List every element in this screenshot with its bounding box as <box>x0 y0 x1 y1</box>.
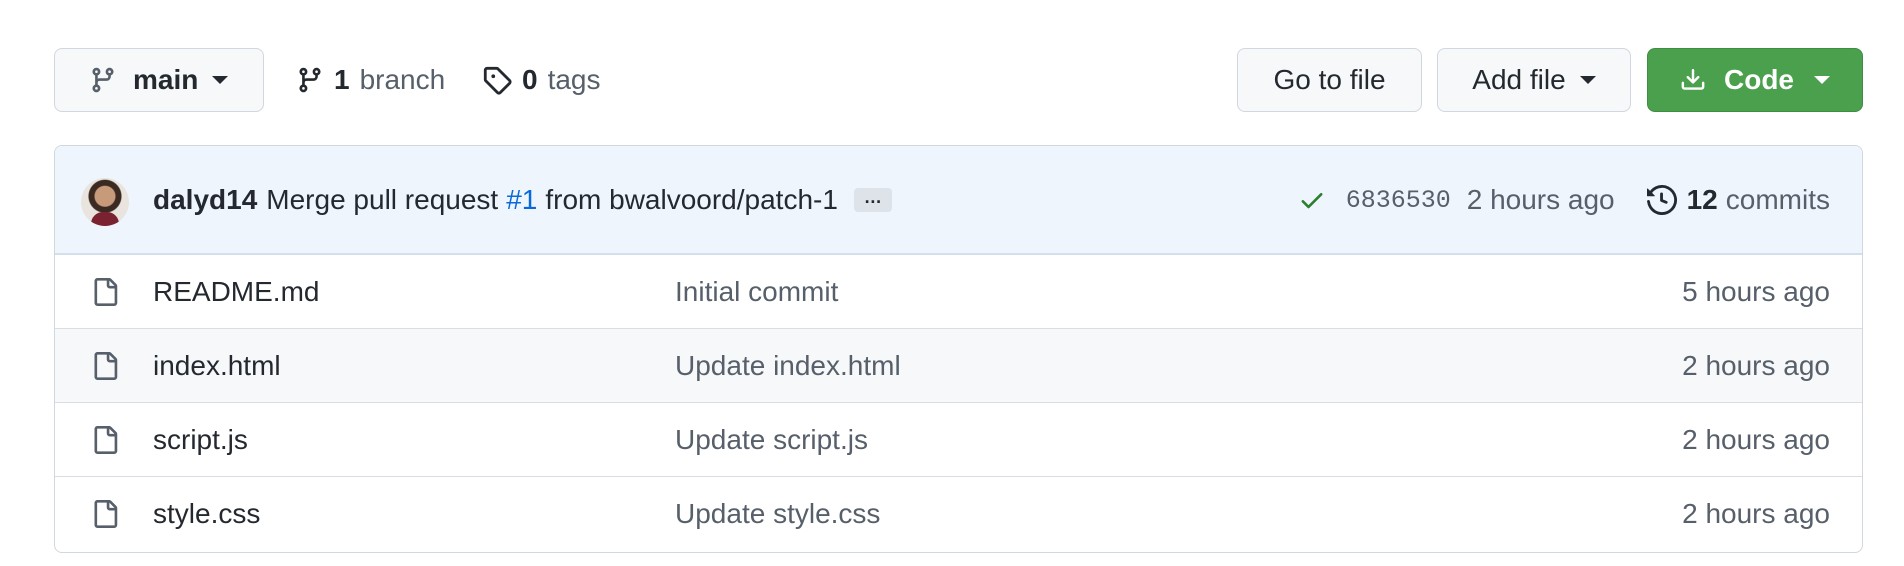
history-icon <box>1646 185 1677 215</box>
tag-word: tags <box>547 64 601 95</box>
commit-message: dalyd14 Merge pull request #1 from bwalv… <box>153 146 892 254</box>
file-row[interactable]: index.html Update index.html 2 hours ago <box>55 328 1862 402</box>
download-icon <box>1681 69 1705 90</box>
chevron-down-icon <box>1579 76 1596 84</box>
tag-count: 0 <box>522 64 538 95</box>
check-icon[interactable] <box>1298 186 1326 214</box>
file-row[interactable]: script.js Update script.js 2 hours ago <box>55 402 1862 476</box>
commits-word: commits <box>1725 184 1830 215</box>
file-age: 2 hours ago <box>1682 423 1830 455</box>
file-icon <box>94 500 118 528</box>
file-age: 2 hours ago <box>1682 349 1830 381</box>
file-commit-message[interactable]: Update script.js <box>675 424 868 456</box>
file-icon <box>94 278 118 306</box>
code-button[interactable]: Code <box>1647 48 1863 112</box>
file-name[interactable]: README.md <box>153 276 319 308</box>
file-browser: dalyd14 Merge pull request #1 from bwalv… <box>54 145 1863 553</box>
file-row[interactable]: README.md Initial commit 5 hours ago <box>55 254 1862 328</box>
code-label: Code <box>1724 64 1794 95</box>
commits-count: 12 <box>1686 184 1718 215</box>
file-age: 5 hours ago <box>1682 275 1830 307</box>
branch-select-button[interactable]: main <box>54 48 264 112</box>
commit-age[interactable]: 2 hours ago <box>1467 184 1615 216</box>
git-branch-icon <box>92 67 114 93</box>
file-age: 2 hours ago <box>1682 497 1830 529</box>
file-name[interactable]: style.css <box>153 498 260 530</box>
git-branch-icon <box>299 67 321 93</box>
commit-details: 6836530 2 hours ago 12 commits <box>1298 146 1830 254</box>
commit-author[interactable]: dalyd14 <box>153 184 257 216</box>
file-row[interactable]: style.css Update style.css 2 hours ago <box>55 476 1862 550</box>
commits-link[interactable]: 12 commits <box>1646 184 1830 216</box>
file-icon <box>94 352 118 380</box>
file-icon <box>94 426 118 454</box>
repo-toolbar: main 1 branch 0 tags Go to file Add file… <box>54 48 1863 112</box>
go-to-file-button[interactable]: Go to file <box>1237 48 1422 112</box>
pull-request-link[interactable]: #1 <box>506 184 537 216</box>
latest-commit-bar: dalyd14 Merge pull request #1 from bwalv… <box>55 146 1862 254</box>
commit-sha[interactable]: 6836530 <box>1346 186 1451 215</box>
add-file-label: Add file <box>1472 64 1566 95</box>
add-file-button[interactable]: Add file <box>1437 48 1631 112</box>
expand-commit-button[interactable]: … <box>853 188 892 212</box>
commit-message-suffix[interactable]: from bwalvoord/patch-1 <box>545 184 838 216</box>
avatar[interactable] <box>81 178 129 226</box>
chevron-down-icon <box>212 76 229 84</box>
file-commit-message[interactable]: Update index.html <box>675 350 901 382</box>
tag-icon <box>483 66 512 95</box>
chevron-down-icon <box>1814 76 1830 84</box>
file-name[interactable]: index.html <box>153 350 281 382</box>
tags-link[interactable]: 0 tags <box>482 48 601 112</box>
branch-count: 1 <box>334 64 350 95</box>
commit-message-prefix[interactable]: Merge pull request <box>266 184 498 216</box>
branch-name: main <box>133 64 199 95</box>
branch-word: branch <box>359 64 446 95</box>
branches-link[interactable]: 1 branch <box>296 48 445 112</box>
file-commit-message[interactable]: Update style.css <box>675 498 880 530</box>
file-name[interactable]: script.js <box>153 424 248 456</box>
file-commit-message[interactable]: Initial commit <box>675 276 838 308</box>
